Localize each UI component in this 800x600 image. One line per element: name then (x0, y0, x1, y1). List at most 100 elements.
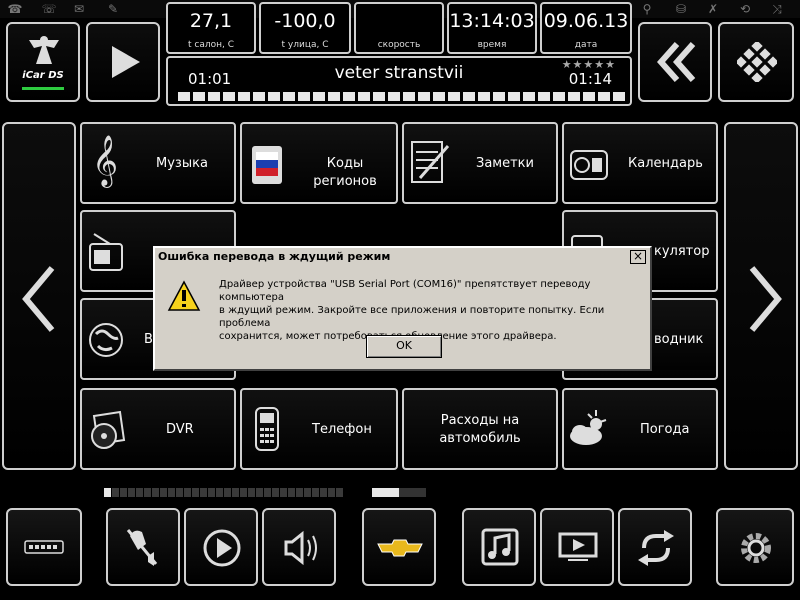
calendar-icon (570, 150, 608, 180)
back-button[interactable] (638, 22, 712, 102)
play-button[interactable] (86, 22, 160, 102)
dialog-close-button[interactable]: × (630, 250, 646, 264)
volume-segment (224, 488, 231, 497)
menu-notes[interactable]: Заметки (402, 122, 558, 204)
menu-label: Погода (640, 422, 690, 437)
mute-button[interactable] (106, 508, 180, 586)
error-dialog: Ошибка перевода в ждущий режим × Драйвер… (153, 246, 652, 371)
now-playing-panel[interactable]: 01:01 veter stranstvii ★★★★★ 01:14 (166, 56, 632, 106)
notes-icon (411, 141, 450, 183)
volume-segment (144, 488, 151, 497)
menu-label-line2: автомобиль (439, 431, 521, 446)
shuffle-status-icon: ⤨ (772, 2, 782, 16)
menu-label: Заметки (476, 156, 534, 171)
progress-segment (193, 92, 205, 101)
apps-grid-button[interactable] (718, 22, 794, 102)
volume-segment (304, 488, 311, 497)
double-chevron-left-icon (657, 42, 696, 82)
progress-segment (403, 92, 415, 101)
speaker-icon (284, 530, 317, 566)
progress-segment (208, 92, 220, 101)
media-play-button[interactable] (184, 508, 258, 586)
music-note-icon (481, 528, 519, 566)
ok-button[interactable]: OK (366, 335, 442, 358)
volume-segment (288, 488, 295, 497)
total-time: 01:14 (568, 70, 612, 88)
progress-segment (598, 92, 610, 101)
menu-car-expenses[interactable]: Расходы на автомобиль (402, 388, 558, 470)
volume-segment (256, 488, 263, 497)
progress-segment (238, 92, 250, 101)
volume-segment (112, 488, 119, 497)
progress-segment (568, 92, 580, 101)
network-icon: ⚲ (642, 2, 652, 16)
progress-segment (523, 92, 535, 101)
chevrolet-logo-icon (377, 539, 423, 557)
menu-label: кулятор (654, 244, 710, 259)
home-chevrolet-button[interactable] (362, 508, 436, 586)
music-player-button[interactable] (462, 508, 536, 586)
volume-segment (208, 488, 215, 497)
progress-segment (313, 92, 325, 101)
treble-clef-icon: 𝄞 (92, 135, 119, 186)
info-outside-temp: -100,0 t улица, С (259, 2, 351, 54)
switch-app-button[interactable] (618, 508, 692, 586)
progress-segment (223, 92, 235, 101)
menu-label: Коды регионов (313, 156, 377, 189)
warning-icon (167, 280, 201, 311)
progress-segment (493, 92, 505, 101)
volume-segment (128, 488, 135, 497)
progress-segment (253, 92, 265, 101)
progress-segment (283, 92, 295, 101)
menu-region-codes[interactable]: Коды регионов (240, 122, 398, 204)
volume-button[interactable] (262, 508, 336, 586)
volume-segment (184, 488, 191, 497)
settings-button[interactable] (716, 508, 794, 586)
menu-dvr[interactable]: DVR (80, 388, 236, 470)
page-left-button[interactable] (2, 122, 76, 470)
progress-segment (448, 92, 460, 101)
car-phone-icon: ☏ (41, 2, 57, 16)
phone-status-icon: ☎ (7, 2, 23, 16)
info-date: 09.06.13 дата (540, 2, 632, 54)
close-icon: × (632, 249, 644, 263)
play-circle-icon (203, 529, 241, 567)
volume-segment (328, 488, 335, 497)
chevron-right-icon (749, 266, 782, 332)
progress-segment (298, 92, 310, 101)
mail-icon: ✉ (73, 2, 85, 16)
progress-segment (463, 92, 475, 101)
volume-segment (120, 488, 127, 497)
menu-weather[interactable]: Погода (562, 388, 718, 470)
page-right-button[interactable] (724, 122, 798, 470)
radio-icon (89, 233, 123, 271)
volume-segment (232, 488, 239, 497)
balance-fill (372, 488, 399, 497)
menu-music[interactable]: 𝄞 Музыка (80, 122, 236, 204)
menu-label: Телефон (312, 422, 372, 437)
mute-icon (126, 529, 158, 566)
volume-segment (216, 488, 223, 497)
dvr-disc-icon (91, 410, 126, 449)
play-icon (112, 46, 140, 78)
keyboard-button[interactable] (6, 508, 82, 586)
volume-segment (168, 488, 175, 497)
progress-segment (178, 92, 190, 101)
progress-segment (538, 92, 550, 101)
balance-bar[interactable] (372, 488, 426, 497)
progress-segment (358, 92, 370, 101)
logo-button[interactable]: iCar DS (6, 22, 80, 102)
volume-segment (336, 488, 343, 497)
volume-segment (136, 488, 143, 497)
menu-label: Музыка (156, 156, 208, 171)
volume-segment (192, 488, 199, 497)
volume-segment (272, 488, 279, 497)
dialog-title: Ошибка перевода в ждущий режим (155, 248, 650, 266)
video-player-button[interactable] (540, 508, 614, 586)
progress-segment (388, 92, 400, 101)
menu-calendar[interactable]: Календарь (562, 122, 718, 204)
dialog-message: Драйвер устройства "USB Serial Port (COM… (219, 279, 605, 342)
menu-phone[interactable]: Телефон (240, 388, 398, 470)
database-icon: ⛁ (675, 2, 687, 16)
menu-label: DVR (166, 422, 194, 437)
